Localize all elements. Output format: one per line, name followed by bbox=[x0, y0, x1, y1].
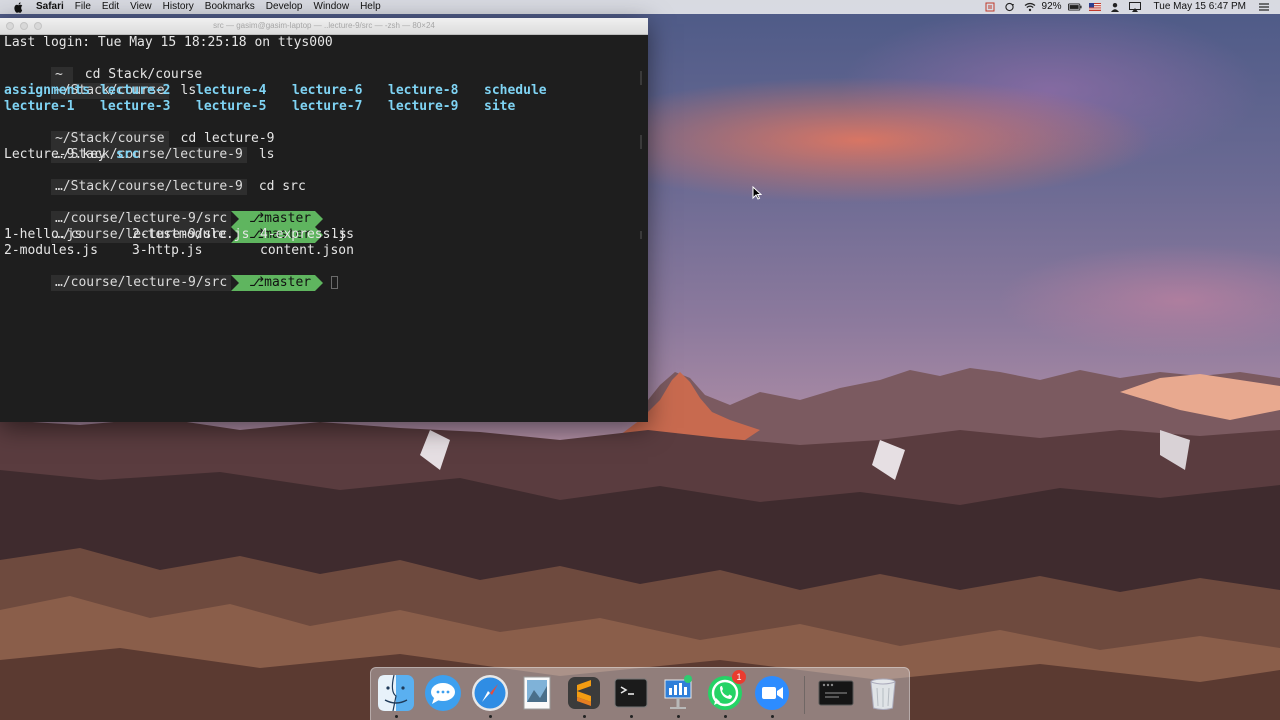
prompt-line: …/course/lecture-9/src ⎇master ls bbox=[4, 211, 347, 243]
ls-file-entry: 1-hello.js bbox=[4, 227, 83, 242]
login-line: Last login: Tue May 15 18:25:18 on ttys0… bbox=[4, 35, 333, 50]
git-branch-segment: ⎇master bbox=[231, 275, 324, 291]
menu-clock[interactable]: Tue May 15 6:47 PM bbox=[1154, 0, 1246, 14]
menu-bookmarks[interactable]: Bookmarks bbox=[205, 0, 255, 14]
prompt-line: …/Stack/course/lecture-9 cd src bbox=[4, 163, 306, 195]
ls-file-entry: 4-express.js bbox=[260, 227, 354, 242]
dock-messages-icon[interactable] bbox=[424, 674, 462, 712]
prompt-line: …/course/lecture-9/src ⎇master bbox=[4, 195, 324, 227]
ls-file-entry: 2-modules.js bbox=[4, 243, 98, 258]
scroll-indicator bbox=[640, 135, 642, 149]
battery-percent[interactable]: 92% bbox=[1042, 0, 1062, 14]
mouse-pointer-icon bbox=[752, 186, 762, 200]
dock-sublime-text-icon[interactable] bbox=[565, 674, 603, 712]
ls-output-row: 2-modules.js 3-http.js content.json bbox=[4, 243, 644, 259]
user-icon[interactable] bbox=[1108, 2, 1122, 12]
menu-view[interactable]: View bbox=[130, 0, 152, 14]
terminal-content[interactable]: Last login: Tue May 15 18:25:18 on ttys0… bbox=[4, 35, 642, 422]
airplay-icon[interactable] bbox=[1128, 2, 1142, 12]
terminal-cursor[interactable] bbox=[331, 276, 339, 289]
dock-safari-icon[interactable] bbox=[471, 674, 509, 712]
ls-dir-entry: lecture-2 bbox=[100, 83, 171, 98]
ls-dir-entry: src bbox=[116, 147, 140, 162]
prompt-path: …/course/lecture-9/src bbox=[50, 275, 232, 291]
running-indicator bbox=[771, 715, 774, 718]
status-area: 92% Tue May 15 6:47 PM bbox=[977, 0, 1280, 14]
scroll-indicator bbox=[640, 71, 642, 85]
wifi-icon[interactable] bbox=[1023, 2, 1037, 12]
dock: 1 bbox=[370, 667, 910, 720]
ls-file-entry: content.json bbox=[260, 243, 354, 258]
ls-dir-entry: lecture-4 bbox=[196, 83, 267, 98]
prompt-command: cd src bbox=[258, 179, 306, 194]
ls-dir-entry: lecture-6 bbox=[292, 83, 363, 98]
menu-history[interactable]: History bbox=[163, 0, 194, 14]
running-indicator bbox=[724, 715, 727, 718]
menu-bar: Safari File Edit View History Bookmarks … bbox=[0, 0, 1280, 14]
ls-file-entry: 2-testmodule.js bbox=[132, 227, 250, 242]
ls-dir-entry: lecture-3 bbox=[100, 99, 171, 114]
git-branch-icon: ⎇ bbox=[249, 275, 265, 290]
ls-dir-entry: schedule bbox=[484, 83, 547, 98]
notification-center-icon[interactable] bbox=[1258, 2, 1270, 12]
active-prompt-line[interactable]: …/course/lecture-9/src ⎇master bbox=[4, 259, 339, 291]
dock-separator bbox=[804, 676, 805, 714]
menu-file[interactable]: File bbox=[75, 0, 91, 14]
terminal-window[interactable]: src — gasim@gasim-laptop — ..lecture-9/s… bbox=[0, 18, 648, 422]
battery-icon[interactable] bbox=[1067, 2, 1082, 12]
input-source-flag-icon[interactable] bbox=[1088, 2, 1102, 12]
running-indicator bbox=[489, 715, 492, 718]
menu-help[interactable]: Help bbox=[360, 0, 381, 14]
terminal-title: src — gasim@gasim-laptop — ..lecture-9/s… bbox=[213, 21, 435, 30]
prompt-line: ~/Stack/course cd lecture-9 bbox=[4, 115, 274, 147]
ls-dir-entry: lecture-1 bbox=[4, 99, 75, 114]
ls-output-row: Lecture-9.key src bbox=[4, 147, 644, 163]
ls-dir-entry: site bbox=[484, 99, 516, 114]
dock-finder-icon[interactable] bbox=[377, 674, 415, 712]
scroll-indicator bbox=[640, 231, 642, 239]
prompt-line: …/Stack/course/lecture-9 ls bbox=[4, 131, 274, 163]
ls-file-entry: 3-http.js bbox=[132, 243, 203, 258]
ls-file-entry: Lecture-9.key bbox=[4, 147, 106, 162]
ls-dir-entry: lecture-9 bbox=[388, 99, 459, 114]
menu-app-name[interactable]: Safari bbox=[36, 0, 64, 14]
running-indicator bbox=[677, 715, 680, 718]
ls-output-row: lecture-1 lecture-3 lecture-5 lecture-7 … bbox=[4, 99, 644, 115]
menu-edit[interactable]: Edit bbox=[102, 0, 119, 14]
sync-icon[interactable] bbox=[1003, 2, 1017, 12]
ls-dir-entry: assignments bbox=[4, 83, 91, 98]
dock-minimized-window-icon[interactable] bbox=[817, 674, 855, 712]
ls-dir-entry: lecture-5 bbox=[196, 99, 267, 114]
dock-whatsapp-icon[interactable]: 1 bbox=[706, 670, 746, 712]
prompt-line: ~/Stack/course ls bbox=[4, 67, 196, 99]
terminal-titlebar[interactable]: src — gasim@gasim-laptop — ..lecture-9/s… bbox=[0, 18, 648, 35]
dock-preview-icon[interactable] bbox=[518, 674, 556, 712]
dock-keynote-icon[interactable] bbox=[659, 674, 697, 712]
prompt-line: ~ cd Stack/course bbox=[4, 51, 202, 83]
ls-output-row: assignments lecture-2 lecture-4 lecture-… bbox=[4, 83, 644, 99]
dock-terminal-icon[interactable] bbox=[612, 674, 650, 712]
whatsapp-notification-badge: 1 bbox=[732, 670, 746, 684]
dock-trash-icon[interactable] bbox=[864, 674, 902, 712]
git-branch-name: master bbox=[264, 275, 312, 290]
ls-dir-entry: lecture-7 bbox=[292, 99, 363, 114]
menu-window[interactable]: Window bbox=[314, 0, 350, 14]
notes-list-icon[interactable] bbox=[983, 2, 997, 12]
ls-output-row: 1-hello.js 2-testmodule.js 4-express.js bbox=[4, 227, 644, 243]
ls-dir-entry: lecture-8 bbox=[388, 83, 459, 98]
running-indicator bbox=[395, 715, 398, 718]
running-indicator bbox=[630, 715, 633, 718]
dock-zoom-icon[interactable] bbox=[753, 674, 791, 712]
prompt-path: …/Stack/course/lecture-9 bbox=[50, 179, 247, 195]
apple-menu-icon[interactable] bbox=[12, 0, 26, 14]
menu-develop[interactable]: Develop bbox=[266, 0, 303, 14]
running-indicator bbox=[583, 715, 586, 718]
